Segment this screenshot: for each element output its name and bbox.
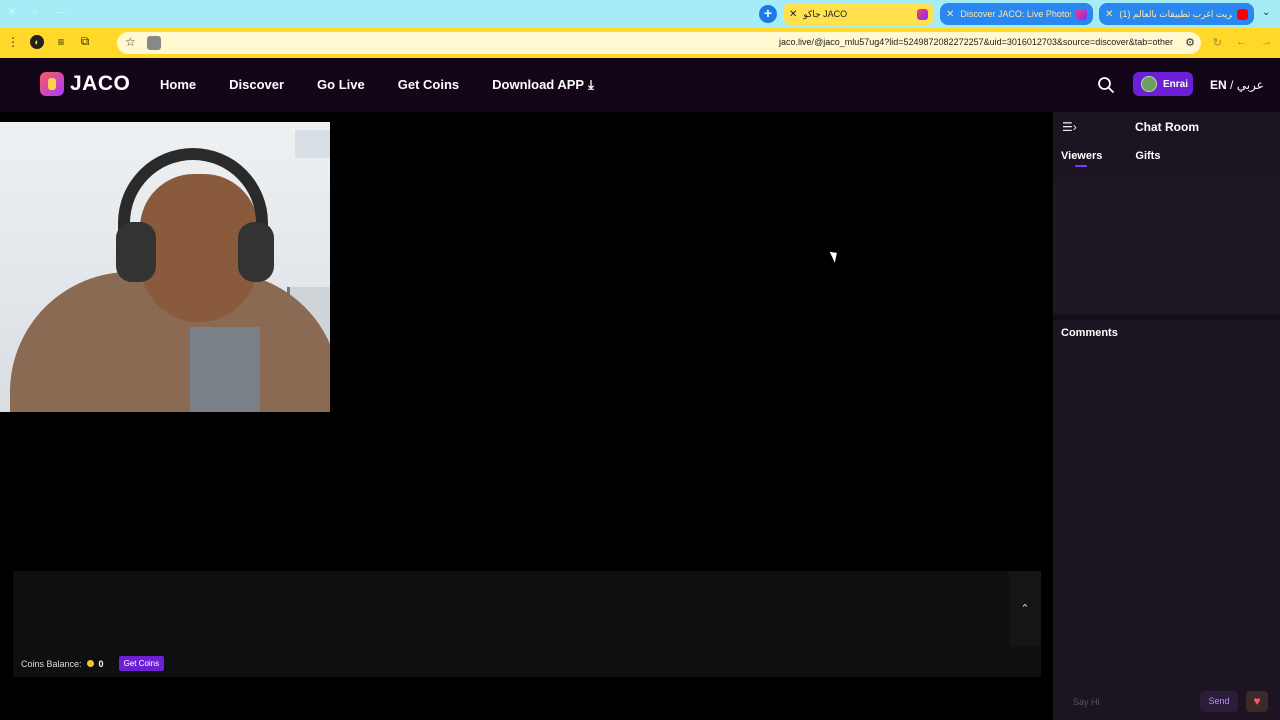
- mouse-cursor-icon: [829, 249, 841, 263]
- browser-toolbar: ⋮ ◐ ≡ ⧉ ☆ jaco.live/@jaco_mlu57ug4?lid=5…: [0, 28, 1280, 58]
- viewers-list: [1053, 177, 1280, 312]
- get-coins-button[interactable]: Get Coins: [118, 656, 165, 671]
- headphone-cup-right: [238, 222, 274, 282]
- tab-title: جاكو JACO: [803, 8, 848, 19]
- chat-input-bar: Say Hi Send ♥: [1053, 688, 1280, 718]
- browser-tab-bar: ✕ ○ — + ✕ جاكو JACO ✕ Discover JACO: Liv…: [0, 0, 1280, 28]
- back-arrow-icon[interactable]: ←: [1236, 36, 1247, 49]
- comments-title: Comments: [1061, 327, 1118, 339]
- nav-go-live[interactable]: Go Live: [317, 77, 365, 93]
- live-stream-stage: ⌃ Coins Balance: 0 Get Coins: [0, 112, 1053, 720]
- jaco-favicon-icon: [1076, 8, 1087, 20]
- stream-bottom-panel: ⌃ Coins Balance: 0 Get Coins: [13, 571, 1041, 677]
- puzzle-icon[interactable]: ⧉: [78, 34, 92, 49]
- logo-text: JACO: [70, 72, 131, 95]
- user-name: Enrai: [1163, 78, 1189, 90]
- jaco-favicon-icon: [917, 8, 928, 20]
- jaco-logo-icon: [40, 72, 64, 96]
- url-text[interactable]: jaco.live/@jaco_mlu57ug4?lid=52498720822…: [779, 37, 1173, 47]
- minimize-window-icon[interactable]: ○: [32, 8, 42, 18]
- headphone-cup-left: [116, 222, 156, 282]
- tab-title: Discover JACO: Live Photos, Vi: [960, 9, 1071, 19]
- heart-icon[interactable]: ♥: [1246, 691, 1268, 712]
- tab-list-chevron-icon[interactable]: ⌄: [1262, 7, 1270, 18]
- browser-tab-jaco[interactable]: ✕ جاكو JACO: [783, 3, 934, 25]
- menu-dots-icon[interactable]: ⋮: [6, 35, 20, 49]
- streamer-shirt: [190, 327, 260, 412]
- reading-list-icon[interactable]: ≡: [54, 35, 68, 49]
- lang-en[interactable]: EN: [1210, 78, 1227, 92]
- nav-get-coins[interactable]: Get Coins: [398, 77, 459, 93]
- download-app-label: Download APP: [492, 77, 585, 92]
- youtube-favicon-icon: [1237, 8, 1248, 20]
- tab-gifts[interactable]: Gifts: [1135, 150, 1160, 162]
- user-profile-button[interactable]: Enrai: [1133, 72, 1193, 96]
- extension-icon[interactable]: ◐: [30, 34, 44, 49]
- nav-discover[interactable]: Discover: [229, 77, 284, 93]
- bookmark-star-icon[interactable]: ☆: [125, 35, 136, 49]
- close-window-icon[interactable]: ✕: [8, 8, 18, 18]
- coins-balance: Coins Balance: 0 Get Coins: [21, 656, 165, 671]
- reload-icon[interactable]: ↻: [1213, 36, 1222, 49]
- chat-room-panel: ☰› Chat Room Viewers Gifts Comments Say …: [1053, 112, 1280, 720]
- new-tab-button[interactable]: +: [759, 5, 777, 23]
- tab-title: (1) حريت اغرب تطبيقات بالعالم: [1119, 8, 1232, 19]
- address-bar[interactable]: ☆ jaco.live/@jaco_mlu57ug4?lid=524987208…: [117, 32, 1201, 54]
- main-nav: Home Discover Go Live Get Coins Download…: [160, 77, 594, 93]
- chat-room-title: Chat Room: [1135, 120, 1199, 134]
- coins-balance-value: 0: [98, 658, 104, 669]
- window-controls: ✕ ○ —: [8, 8, 66, 18]
- browser-tab-discover[interactable]: ✕ Discover JACO: Live Photos, Vi: [940, 3, 1093, 25]
- collapse-menu-icon[interactable]: ☰›: [1062, 120, 1077, 134]
- forward-arrow-icon[interactable]: →: [1261, 36, 1272, 49]
- send-button[interactable]: Send: [1200, 691, 1238, 712]
- active-tab-indicator: [1075, 165, 1087, 167]
- nav-download-app[interactable]: Download APP ⤓: [492, 77, 594, 93]
- jaco-logo[interactable]: JACO: [40, 72, 130, 96]
- close-tab-icon[interactable]: ✕: [1105, 9, 1113, 20]
- language-switcher[interactable]: EN / عربي: [1210, 78, 1264, 92]
- close-tab-icon[interactable]: ✕: [946, 9, 954, 20]
- lang-ar[interactable]: عربي: [1237, 78, 1264, 92]
- chat-tabs: Viewers Gifts: [1061, 150, 1160, 162]
- avatar: [1141, 76, 1157, 92]
- download-icon: ⤓: [588, 77, 594, 92]
- maximize-window-icon[interactable]: —: [56, 8, 66, 18]
- comment-input[interactable]: Say Hi: [1073, 697, 1100, 707]
- site-header: JACO Home Discover Go Live Get Coins Dow…: [0, 58, 1280, 112]
- search-icon[interactable]: [1097, 76, 1115, 94]
- webcam-video[interactable]: [0, 122, 330, 412]
- navigation-buttons: ↻ ← →: [1213, 36, 1272, 49]
- nav-home[interactable]: Home: [160, 77, 196, 93]
- background-detail: [295, 130, 330, 158]
- toolbar-icons: ⋮ ◐ ≡ ⧉: [6, 34, 92, 49]
- coins-balance-label: Coins Balance:: [21, 658, 82, 669]
- tab-viewers[interactable]: Viewers: [1061, 150, 1102, 162]
- coin-icon: [86, 660, 94, 667]
- chat-header: ☰› Chat Room: [1053, 112, 1280, 142]
- site-settings-icon[interactable]: ⚙: [1185, 36, 1195, 49]
- lang-separator: /: [1226, 78, 1237, 92]
- close-tab-icon[interactable]: ✕: [789, 9, 797, 20]
- divider: [1053, 315, 1280, 320]
- site-info-icon[interactable]: [147, 36, 161, 50]
- browser-tab-youtube[interactable]: ✕ (1) حريت اغرب تطبيقات بالعالم: [1099, 3, 1254, 25]
- chevron-up-icon[interactable]: ⌃: [1009, 571, 1041, 647]
